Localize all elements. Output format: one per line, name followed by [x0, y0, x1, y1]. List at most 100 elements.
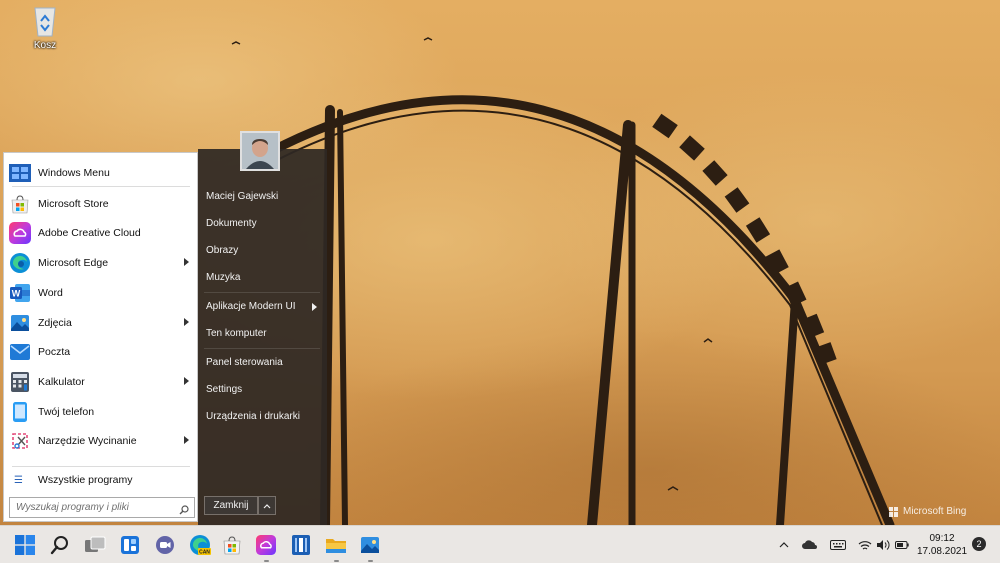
search-icon — [179, 502, 189, 520]
onedrive-tray-button[interactable] — [800, 526, 820, 563]
places-label: Dokumenty — [206, 218, 257, 229]
program-microsoft-edge[interactable]: Microsoft Edge — [8, 249, 195, 277]
places-control-panel[interactable]: Panel sterowania — [206, 354, 321, 372]
running-indicator — [264, 560, 269, 562]
edge-can-icon: CAN — [190, 535, 211, 556]
program-label: Kalkulator — [38, 376, 85, 388]
battery-tray-button[interactable] — [893, 526, 911, 563]
taskbar-task-view-button[interactable] — [82, 532, 108, 558]
program-label: Adobe Creative Cloud — [38, 227, 141, 239]
places-label: Panel sterowania — [206, 357, 283, 368]
all-programs-label: Wszystkie programy — [38, 474, 133, 486]
submenu-arrow-icon — [312, 303, 317, 311]
places-label: Urządzenia i drukarki — [206, 411, 300, 422]
teams-chat-icon — [156, 536, 174, 554]
show-hidden-icons-button[interactable] — [776, 526, 792, 563]
taskbar-file-explorer-button[interactable] — [323, 532, 349, 562]
search-input[interactable] — [16, 502, 176, 513]
taskbar-widgets-button[interactable] — [117, 532, 143, 558]
start-menu-programs-pane: Windows Menu Microsoft Store Adobe Creat… — [3, 152, 198, 522]
recycle-bin[interactable]: Kosz — [22, 4, 68, 51]
start-icon — [15, 535, 35, 555]
notification-badge[interactable]: 2 — [972, 537, 986, 551]
program-label: Narzędzie Wycinanie — [38, 435, 137, 447]
submenu-arrow-icon — [184, 377, 189, 385]
search-icon — [50, 536, 68, 555]
program-windows-menu[interactable]: Windows Menu — [8, 159, 195, 187]
clock-date: 17.08.2021 — [916, 546, 968, 557]
taskbar-photos-button[interactable] — [357, 532, 383, 562]
shutdown-button[interactable]: Zamknij — [204, 496, 258, 515]
places-documents[interactable]: Dokumenty — [206, 215, 321, 233]
taskbar-start-button[interactable] — [12, 532, 38, 558]
places-label: Muzyka — [206, 272, 241, 283]
all-programs-button[interactable]: ☰ Wszystkie programy — [14, 474, 133, 486]
divider — [12, 186, 190, 187]
places-label: Settings — [206, 384, 243, 395]
mail-icon — [8, 340, 32, 364]
chevron-up-icon — [263, 503, 271, 508]
running-indicator — [368, 560, 373, 562]
running-indicator — [334, 560, 339, 562]
program-adobe-creative-cloud[interactable]: Adobe Creative Cloud — [8, 219, 195, 247]
taskbar-search-button[interactable] — [47, 532, 73, 558]
windows-menu-icon — [8, 161, 32, 185]
file-explorer-icon — [326, 539, 346, 553]
keyboard-tray-button[interactable] — [828, 526, 848, 563]
photos-icon — [8, 311, 32, 335]
places-user-name[interactable]: Maciej Gajewski — [206, 188, 321, 206]
places-modern-ui-apps[interactable]: Aplikacje Modern UI — [206, 298, 321, 316]
calculator-icon — [8, 370, 32, 394]
phone-icon — [8, 400, 32, 424]
program-microsoft-store[interactable]: Microsoft Store — [8, 190, 195, 218]
program-label: Windows Menu — [38, 167, 110, 179]
submenu-arrow-icon — [184, 258, 189, 266]
program-calculator[interactable]: Kalkulator — [8, 368, 195, 396]
program-word[interactable]: W Word — [8, 279, 195, 307]
store-icon — [223, 536, 241, 555]
program-label: Word — [38, 287, 63, 299]
taskbar-chat-button[interactable] — [152, 532, 178, 558]
clock-time: 09:12 — [929, 533, 955, 544]
divider — [204, 292, 320, 293]
divider — [204, 348, 320, 349]
places-devices-printers[interactable]: Urządzenia i drukarki — [206, 408, 321, 426]
search-programs-field[interactable] — [9, 497, 195, 518]
keyboard-icon — [830, 540, 846, 550]
places-this-pc[interactable]: Ten komputer — [206, 325, 321, 343]
places-settings[interactable]: Settings — [206, 381, 321, 399]
office-icon — [292, 535, 310, 555]
recycle-bin-label: Kosz — [33, 40, 57, 51]
clock[interactable]: 09:12 17.08.2021 — [914, 532, 970, 558]
program-label: Microsoft Store — [38, 198, 109, 210]
svg-text:W: W — [12, 289, 21, 299]
user-avatar[interactable] — [240, 131, 280, 171]
program-mail[interactable]: Poczta — [8, 338, 195, 366]
snipping-tool-icon — [8, 429, 32, 453]
word-icon: W — [8, 281, 32, 305]
places-label: Maciej Gajewski — [206, 191, 279, 202]
volume-tray-button[interactable] — [874, 526, 892, 563]
creative-cloud-icon — [256, 535, 276, 555]
taskbar-creative-cloud-button[interactable] — [253, 532, 279, 562]
taskbar-store-button[interactable] — [219, 532, 245, 558]
places-label: Aplikacje Modern UI — [206, 301, 296, 312]
taskbar-edge-canary-button[interactable]: CAN — [187, 532, 213, 558]
program-your-phone[interactable]: Twój telefon — [8, 398, 195, 426]
program-label: Twój telefon — [38, 406, 95, 418]
taskbar-office-button[interactable] — [288, 532, 314, 558]
program-snipping-tool[interactable]: Narzędzie Wycinanie — [8, 427, 195, 455]
program-photos[interactable]: Zdjęcia — [8, 309, 195, 337]
places-label: Obrazy — [206, 245, 239, 256]
places-pictures[interactable]: Obrazy — [206, 242, 321, 260]
battery-icon — [895, 541, 909, 549]
network-tray-button[interactable] — [856, 526, 874, 563]
shutdown-options-button[interactable] — [258, 496, 276, 515]
microsoft-logo-icon — [889, 506, 899, 517]
svg-text:CAN: CAN — [199, 550, 210, 556]
speaker-icon — [877, 540, 890, 550]
program-label: Zdjęcia — [38, 317, 72, 329]
program-label: Microsoft Edge — [38, 257, 109, 269]
taskbar: CAN 09:12 17.08.2021 — [0, 525, 1000, 563]
places-music[interactable]: Muzyka — [206, 269, 321, 287]
